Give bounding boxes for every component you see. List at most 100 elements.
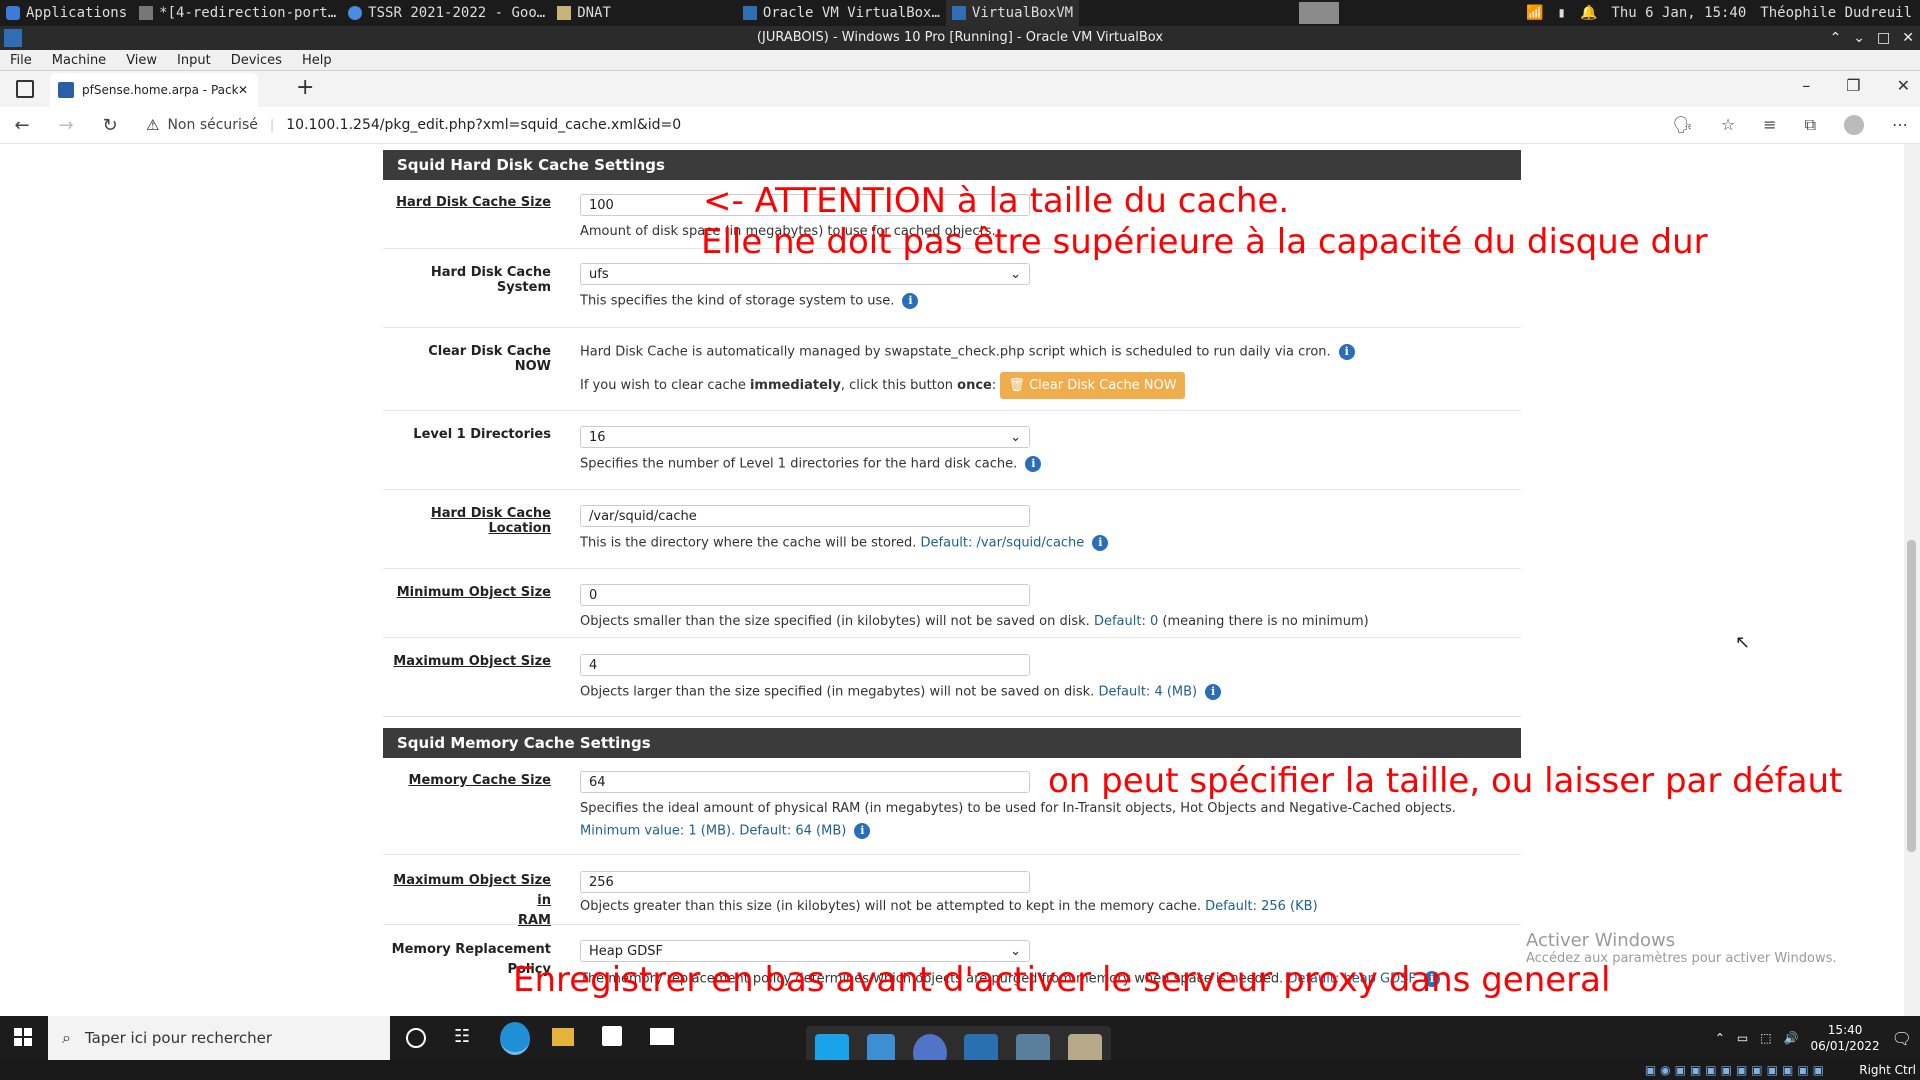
clear-disk-cache-button[interactable]: 🗑 Clear Disk Cache NOW bbox=[1000, 372, 1185, 399]
label-maximum-object-size[interactable]: Maximum Object Size bbox=[391, 654, 551, 669]
label-disk-cache-system: Hard Disk Cache System bbox=[430, 265, 551, 295]
row-level1-directories: Level 1 Directories 16 ⌄ Specifies the nu… bbox=[383, 411, 1521, 490]
info-icon[interactable]: i bbox=[1092, 535, 1109, 551]
disk-cache-system-select[interactable]: ufs ⌄ bbox=[580, 263, 1030, 285]
warning-icon[interactable]: ⚠ bbox=[146, 116, 159, 134]
host-task-5[interactable]: VirtualBoxVM bbox=[945, 0, 1080, 26]
tab-pfsense[interactable]: pfSense.home.arpa - Package: Pr ✕ bbox=[50, 73, 258, 107]
collections-icon[interactable]: ⧉ bbox=[1805, 115, 1816, 135]
max-object-size-ram-input[interactable]: 256 bbox=[580, 871, 1030, 893]
url-field[interactable]: 10.100.1.254/pkg_edit.php?xml=squid_cach… bbox=[286, 117, 681, 133]
annotation-save-note: Enregistrer en bas avant d'activer le se… bbox=[513, 960, 1611, 1000]
cortana-icon[interactable] bbox=[406, 1028, 426, 1048]
info-icon[interactable]: i bbox=[1205, 684, 1222, 700]
back-icon[interactable]: ← bbox=[0, 115, 44, 136]
clock[interactable]: Thu 6 Jan, 15:40 bbox=[1611, 5, 1746, 21]
wifi-icon[interactable]: 📶 bbox=[1526, 5, 1543, 21]
minimize-icon[interactable]: ⌄ bbox=[1853, 26, 1865, 50]
tab-close-icon[interactable]: ✕ bbox=[238, 83, 248, 97]
browser-restore-icon[interactable]: ❐ bbox=[1846, 76, 1860, 95]
new-tab-icon[interactable]: + bbox=[296, 75, 314, 100]
label-max-object-size-ram[interactable]: Maximum Object Size in RAM bbox=[391, 871, 551, 931]
info-icon[interactable]: i bbox=[1338, 344, 1355, 360]
label-disk-cache-size[interactable]: Hard Disk Cache Size bbox=[391, 195, 551, 210]
notifications-icon[interactable]: 🗨 bbox=[1892, 1029, 1912, 1048]
battery-tray-icon[interactable]: ▭ bbox=[1737, 1031, 1748, 1045]
tab-actions-icon[interactable] bbox=[16, 80, 34, 98]
close-icon[interactable]: ✕ bbox=[1902, 26, 1914, 50]
distro-logo-icon bbox=[6, 6, 20, 20]
vbox-window-title: (JURABOIS) - Windows 10 Pro [Running] - … bbox=[0, 26, 1920, 50]
browser-close-icon[interactable]: ✕ bbox=[1897, 76, 1910, 95]
pfsense-favicon-icon bbox=[58, 82, 74, 98]
host-task-3[interactable]: DNAT bbox=[551, 0, 617, 26]
memory-cache-size-input[interactable]: 64 bbox=[580, 771, 1030, 793]
workspace-switcher[interactable] bbox=[1293, 0, 1345, 26]
vbox-status-icons: ▣◉▣▣▣▣▣▣▣▣▣▣ bbox=[1644, 1063, 1828, 1077]
more-icon[interactable]: ⋯ bbox=[1892, 115, 1908, 135]
security-label[interactable]: Non sécurisé bbox=[167, 117, 257, 133]
file-explorer-icon[interactable] bbox=[552, 1028, 574, 1046]
applications-menu[interactable]: Applications bbox=[0, 0, 133, 26]
menu-devices[interactable]: Devices bbox=[221, 53, 292, 68]
chevron-down-icon: ⌄ bbox=[1010, 429, 1021, 445]
volume-icon[interactable]: 🔊 bbox=[1784, 1031, 1799, 1045]
browser-tab-bar bbox=[0, 71, 1920, 107]
info-icon[interactable]: i bbox=[902, 293, 919, 309]
help-minimum-object-size: Objects smaller than the size specified … bbox=[580, 614, 1369, 629]
minimum-object-size-input[interactable]: 0 bbox=[580, 584, 1030, 606]
add-favorite-icon[interactable]: ☆ bbox=[1721, 115, 1735, 135]
level1-directories-select[interactable]: 16 ⌄ bbox=[580, 426, 1030, 448]
menu-view[interactable]: View bbox=[116, 53, 167, 68]
host-key-label: Right Ctrl bbox=[1859, 1063, 1916, 1077]
host-task-4[interactable]: Oracle VM VirtualBox… bbox=[737, 0, 946, 26]
scrollbar-thumb[interactable] bbox=[1907, 540, 1916, 852]
tray-chevron-icon[interactable]: ⌃ bbox=[1715, 1031, 1725, 1045]
virtualbox-icon bbox=[951, 6, 966, 20]
refresh-icon[interactable]: ↻ bbox=[88, 115, 132, 136]
user-name[interactable]: Théophile Dudreuil bbox=[1760, 5, 1912, 21]
battery-icon[interactable]: ▮ bbox=[1558, 5, 1566, 21]
maximum-object-size-input[interactable]: 4 bbox=[580, 654, 1030, 676]
profile-icon[interactable] bbox=[1844, 115, 1864, 135]
taskbar-clock[interactable]: 15:40 06/01/2022 bbox=[1811, 1022, 1880, 1054]
row-minimum-object-size: Minimum Object Size 0 Objects smaller th… bbox=[383, 569, 1521, 638]
shade-icon[interactable]: ⌃ bbox=[1830, 26, 1842, 50]
row-clear-disk-cache: Clear Disk Cache NOW Hard Disk Cache is … bbox=[383, 328, 1521, 411]
host-task-2[interactable]: TSSR 2021-2022 - Goo… bbox=[342, 0, 551, 26]
taskbar-search[interactable]: ⌕ Taper ici pour rechercher bbox=[48, 1016, 390, 1060]
help-max-object-size-ram: Objects greater than this size (in kilob… bbox=[580, 899, 1318, 914]
forward-icon[interactable]: → bbox=[44, 115, 88, 136]
info-icon[interactable]: i bbox=[1025, 456, 1042, 472]
menu-help[interactable]: Help bbox=[292, 53, 342, 68]
terminal-icon bbox=[139, 6, 154, 20]
mail-icon[interactable] bbox=[650, 1028, 674, 1045]
disk-cache-location-input[interactable]: /var/squid/cache bbox=[580, 505, 1030, 527]
chevron-down-icon: ⌄ bbox=[1010, 943, 1021, 959]
memory-cache-header: Squid Memory Cache Settings bbox=[383, 728, 1521, 758]
address-bar-row: ← → ↻ ⚠ Non sécurisé | 10.100.1.254/pkg_… bbox=[0, 107, 1920, 144]
menu-machine[interactable]: Machine bbox=[42, 53, 116, 68]
bell-icon[interactable]: 🔔 bbox=[1580, 5, 1597, 21]
help-memory-cache-size-default: Minimum value: 1 (MB). Default: 64 (MB) i bbox=[580, 823, 871, 839]
help-maximum-object-size: Objects larger than the size specified (… bbox=[580, 684, 1222, 700]
edge-icon[interactable] bbox=[500, 1022, 530, 1055]
read-aloud-icon[interactable]: 🗣 bbox=[1673, 115, 1693, 135]
memory-replacement-policy-select[interactable]: Heap GDSF ⌄ bbox=[580, 940, 1030, 962]
label-minimum-object-size[interactable]: Minimum Object Size bbox=[391, 585, 551, 600]
menu-file[interactable]: File bbox=[0, 53, 42, 68]
label-disk-cache-location[interactable]: Hard Disk Cache Location bbox=[391, 506, 551, 536]
label-memory-cache-size[interactable]: Memory Cache Size bbox=[391, 773, 551, 788]
windows-start-icon[interactable] bbox=[14, 1028, 32, 1046]
host-task-1[interactable]: *[4-redirection-port… bbox=[133, 0, 342, 26]
store-icon[interactable] bbox=[602, 1026, 622, 1046]
help-level1-directories: Specifies the number of Level 1 director… bbox=[580, 456, 1042, 472]
task-view-icon[interactable]: ☷ bbox=[454, 1026, 470, 1047]
menu-input[interactable]: Input bbox=[167, 53, 221, 68]
info-icon[interactable]: i bbox=[854, 823, 871, 839]
favorites-icon[interactable]: ≡ bbox=[1763, 115, 1776, 135]
browser-minimize-icon[interactable]: – bbox=[1802, 76, 1810, 95]
maximize-icon[interactable]: □ bbox=[1877, 26, 1890, 50]
chrome-icon bbox=[348, 6, 363, 20]
network-icon[interactable]: ⬚ bbox=[1760, 1031, 1771, 1045]
